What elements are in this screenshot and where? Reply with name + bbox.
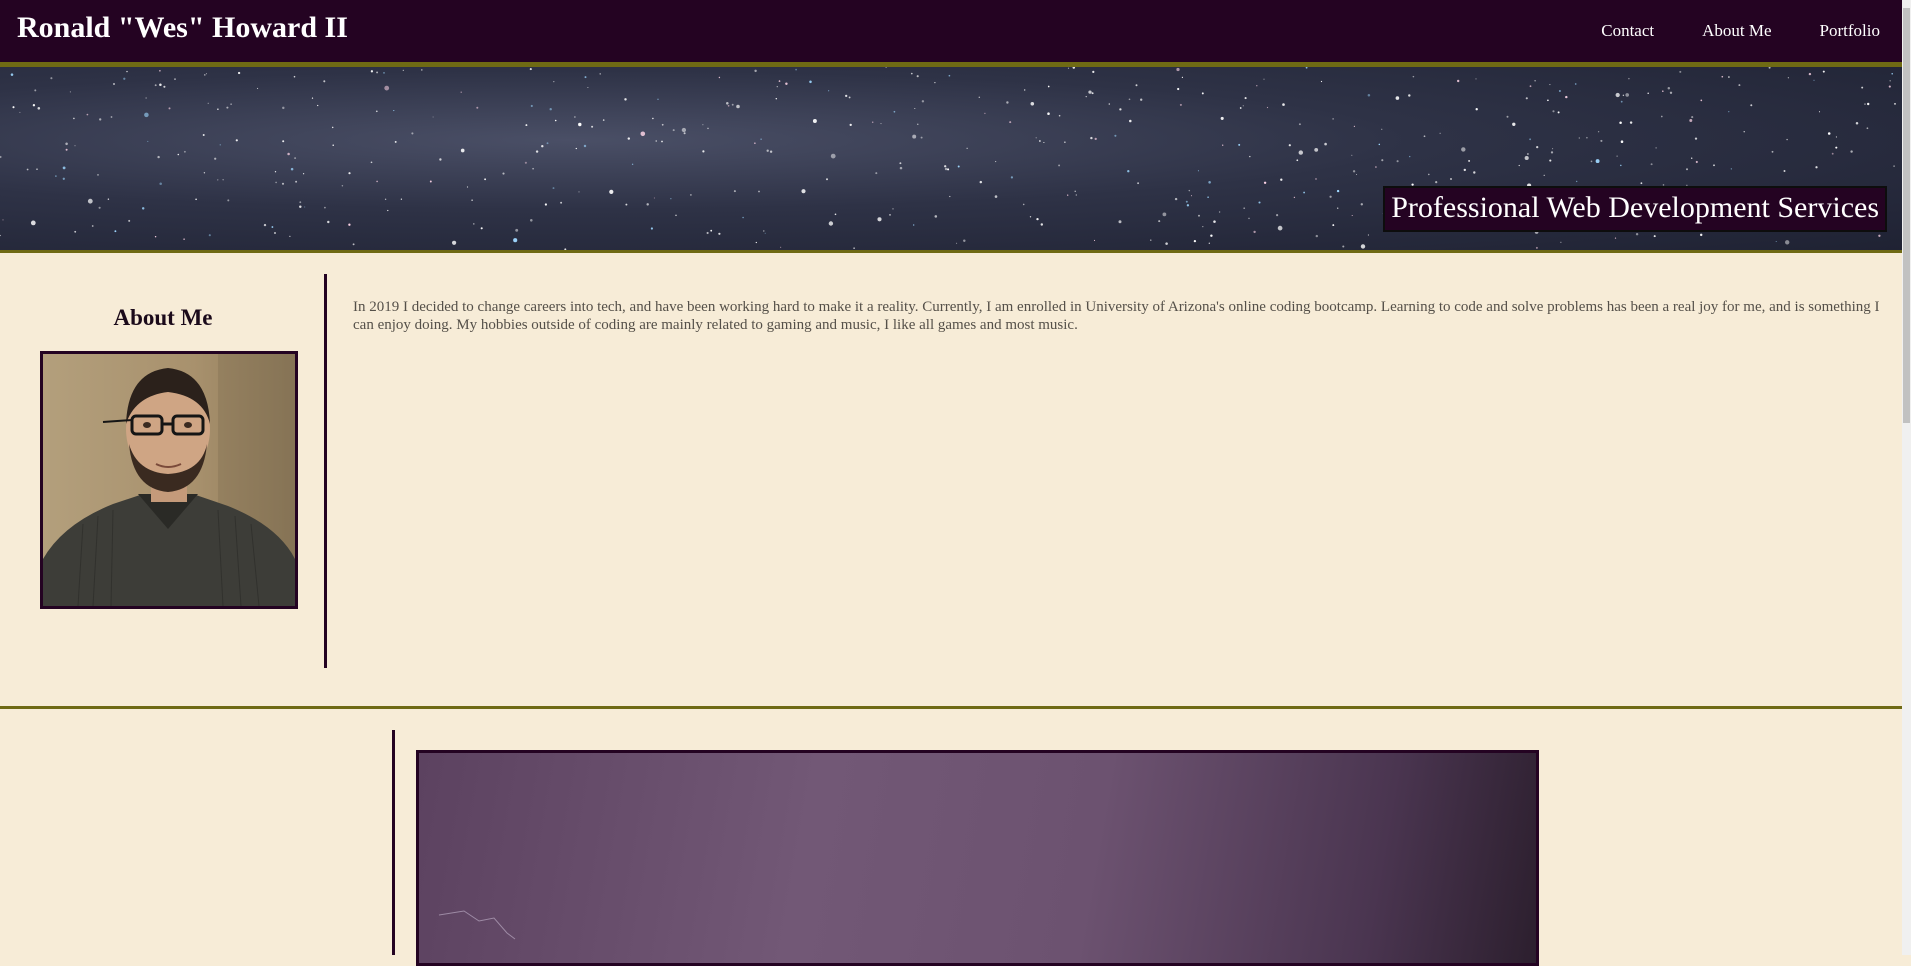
portfolio-image[interactable] bbox=[416, 750, 1539, 966]
section-divider bbox=[0, 706, 1902, 709]
portrait-image bbox=[43, 354, 295, 606]
profile-photo bbox=[40, 351, 298, 609]
top-navbar: Ronald "Wes" Howard II Contact About Me … bbox=[0, 0, 1902, 67]
hero-banner: Professional Web Development Services bbox=[0, 67, 1902, 253]
main-nav: Contact About Me Portfolio bbox=[1601, 21, 1880, 41]
page-scrollbar[interactable] bbox=[1902, 0, 1911, 955]
scrollbar-thumb[interactable] bbox=[1903, 8, 1910, 423]
hero-tagline: Professional Web Development Services bbox=[1383, 186, 1887, 232]
site-name: Ronald "Wes" Howard II bbox=[17, 11, 348, 44]
about-sidebar: About Me bbox=[0, 305, 326, 331]
lightning-image bbox=[438, 910, 516, 940]
nav-link-portfolio[interactable]: Portfolio bbox=[1820, 21, 1880, 41]
nav-link-contact[interactable]: Contact bbox=[1601, 21, 1654, 41]
about-paragraph: In 2019 I decided to change careers into… bbox=[353, 299, 1880, 333]
about-vertical-divider bbox=[324, 274, 327, 668]
nav-link-about-me[interactable]: About Me bbox=[1702, 21, 1771, 41]
portfolio-vertical-divider bbox=[392, 730, 395, 955]
about-heading: About Me bbox=[113, 305, 213, 330]
